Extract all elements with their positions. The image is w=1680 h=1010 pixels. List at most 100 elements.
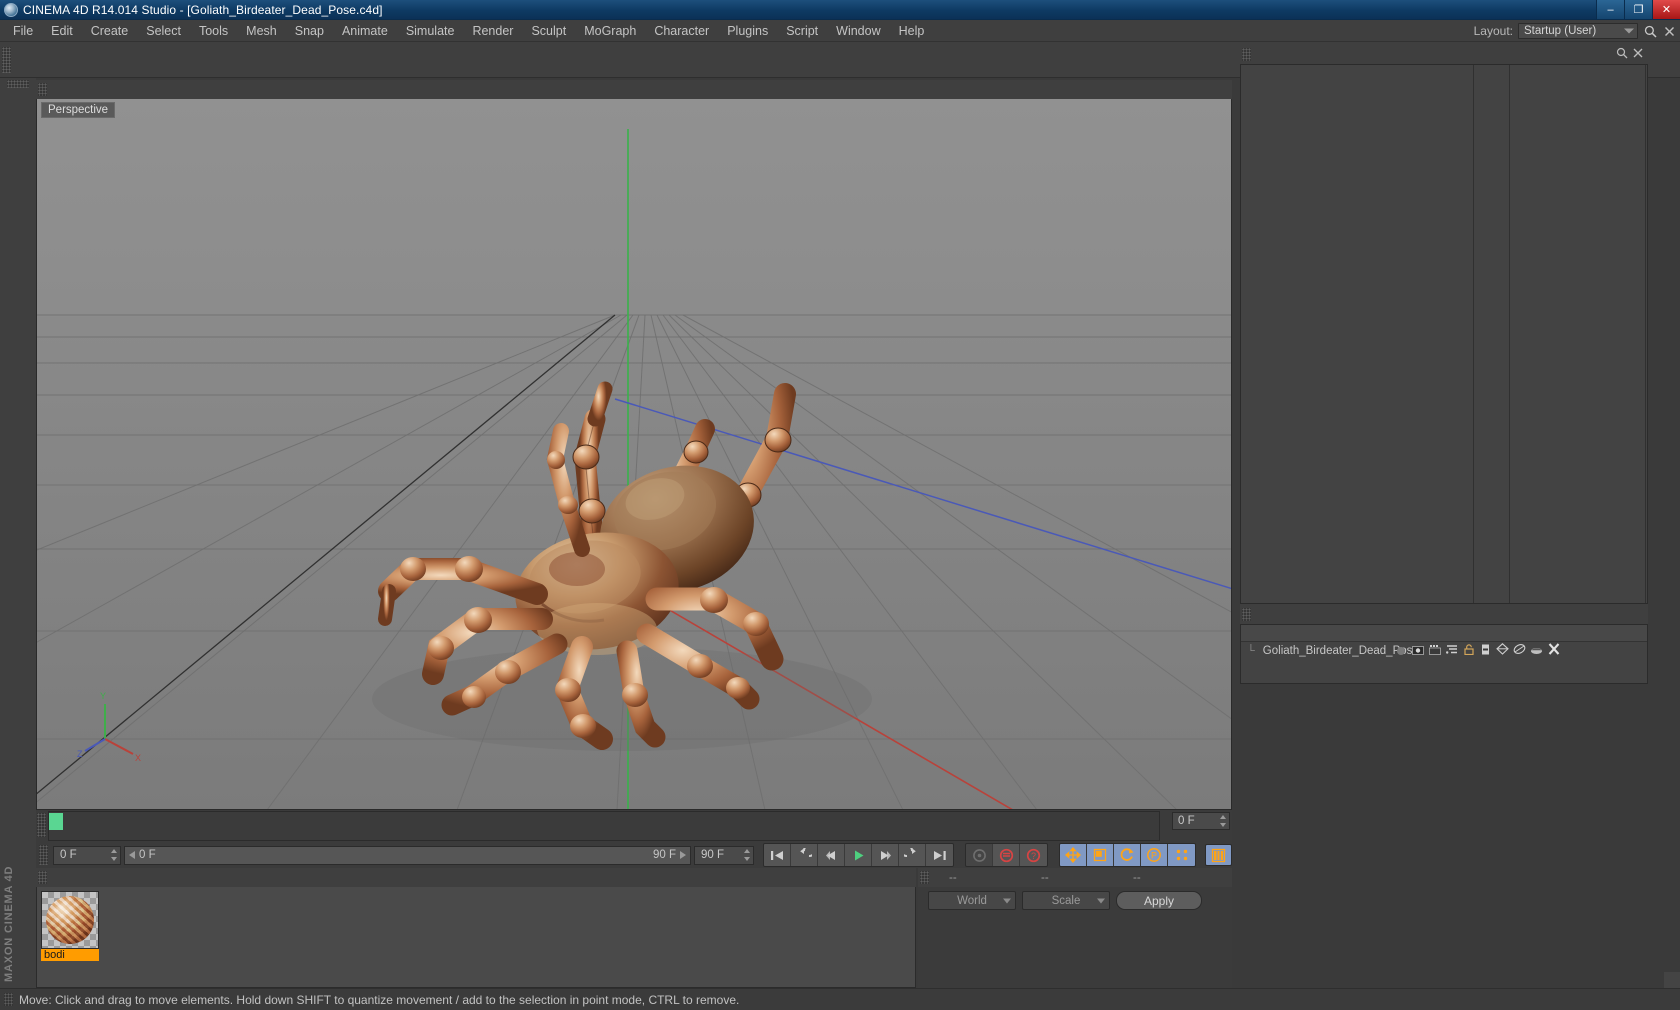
menu-item-script[interactable]: Script bbox=[777, 22, 827, 40]
layer-expression-icon[interactable] bbox=[1528, 644, 1545, 658]
title-bar: CINEMA 4D R14.014 Studio - [Goliath_Bird… bbox=[0, 0, 1680, 20]
viewport-3d[interactable]: Perspective Y X Z bbox=[36, 99, 1232, 810]
previous-frame-button[interactable] bbox=[818, 844, 845, 866]
object-manager-grip[interactable] bbox=[1242, 47, 1251, 61]
close-window-button[interactable]: ✕ bbox=[1652, 0, 1680, 19]
layer-manager-icon[interactable] bbox=[1443, 644, 1460, 658]
layer-row[interactable]: └ Goliath_Birdeater_Dead_Pose bbox=[1241, 642, 1647, 659]
layer-render-icon[interactable] bbox=[1426, 644, 1443, 658]
menu-item-window[interactable]: Window bbox=[827, 22, 889, 40]
material-preview-sphere bbox=[46, 896, 94, 944]
point-level-button[interactable] bbox=[1168, 844, 1195, 866]
menu-item-mesh[interactable]: Mesh bbox=[237, 22, 286, 40]
viewport-grip[interactable] bbox=[38, 83, 47, 96]
layer-generator-icon[interactable] bbox=[1494, 643, 1511, 658]
menu-item-render[interactable]: Render bbox=[463, 22, 522, 40]
preview-end-field[interactable]: 90 F bbox=[694, 845, 754, 865]
menu-item-help[interactable]: Help bbox=[890, 22, 934, 40]
material-item[interactable]: bodi bbox=[41, 891, 99, 961]
timeline-playhead[interactable] bbox=[49, 813, 63, 830]
search-icon[interactable] bbox=[1643, 24, 1657, 38]
menu-item-character[interactable]: Character bbox=[645, 22, 718, 40]
timeline-frame-field[interactable]: 0 F bbox=[1172, 812, 1230, 830]
coordinate-system-select[interactable]: World bbox=[928, 891, 1016, 910]
material-manager-grip[interactable] bbox=[38, 871, 47, 884]
layers-list[interactable]: └ Goliath_Birdeater_Dead_Pose bbox=[1240, 624, 1648, 684]
menu-item-mograph[interactable]: MoGraph bbox=[575, 22, 645, 40]
object-tree[interactable] bbox=[1240, 64, 1648, 604]
close-icon[interactable] bbox=[1633, 47, 1643, 62]
main-menu-bar: File Edit Create Select Tools Mesh Snap Animate… bbox=[0, 20, 1680, 42]
chevron-down-icon bbox=[1097, 898, 1105, 903]
layer-deformer-icon[interactable] bbox=[1511, 643, 1528, 658]
material-thumbnail[interactable] bbox=[41, 891, 99, 949]
timeline-ruler[interactable] bbox=[48, 811, 1160, 841]
timeline-grip[interactable] bbox=[37, 813, 46, 837]
layer-xref-icon[interactable] bbox=[1545, 643, 1562, 658]
play-forward-loop-button[interactable] bbox=[899, 844, 926, 866]
toolbar-grip[interactable] bbox=[2, 46, 11, 73]
preview-end-spinner[interactable] bbox=[744, 849, 751, 861]
layers-column-headers bbox=[1241, 625, 1647, 642]
menu-item-sculpt[interactable]: Sculpt bbox=[522, 22, 575, 40]
svg-text:?: ? bbox=[1031, 851, 1036, 861]
material-list[interactable]: bodi bbox=[36, 887, 916, 988]
menu-item-animate[interactable]: Animate bbox=[333, 22, 397, 40]
go-to-end-button[interactable] bbox=[926, 844, 953, 866]
status-bar: Move: Click and drag to move elements. H… bbox=[0, 988, 1680, 1010]
keyframe-selection-button[interactable]: ? bbox=[1020, 844, 1047, 866]
menu-item-edit[interactable]: Edit bbox=[42, 22, 82, 40]
viewport-scene: Y X Z bbox=[37, 99, 1231, 809]
scale-key-button[interactable] bbox=[1087, 844, 1114, 866]
next-frame-button[interactable] bbox=[872, 844, 899, 866]
layer-solo-dot[interactable] bbox=[1397, 646, 1405, 655]
play-forwards-button[interactable] bbox=[845, 844, 872, 866]
range-right-arrow-icon[interactable] bbox=[680, 851, 686, 859]
maxon-branding: MAXON CINEMA 4D bbox=[2, 864, 32, 984]
minimize-button[interactable]: – bbox=[1596, 0, 1624, 19]
rotate-key-button[interactable] bbox=[1114, 844, 1141, 866]
menu-item-plugins[interactable]: Plugins bbox=[718, 22, 777, 40]
layer-lock-icon[interactable] bbox=[1460, 643, 1477, 658]
autokeying-button[interactable] bbox=[993, 844, 1020, 866]
corner-resize-grip[interactable] bbox=[1664, 972, 1680, 988]
coordinate-mode-select[interactable]: Scale bbox=[1022, 891, 1110, 910]
timeline-frame-spinner[interactable] bbox=[1220, 815, 1227, 827]
menu-item-tools[interactable]: Tools bbox=[190, 22, 237, 40]
layers-menu-bar bbox=[1240, 604, 1648, 624]
svg-text:Z: Z bbox=[77, 749, 83, 759]
left-palette-grip[interactable] bbox=[7, 80, 29, 88]
layer-animation-icon[interactable] bbox=[1477, 644, 1494, 658]
go-to-start-button[interactable] bbox=[764, 844, 791, 866]
menu-item-simulate[interactable]: Simulate bbox=[397, 22, 464, 40]
position-header: -- bbox=[949, 871, 957, 884]
animation-mode-button[interactable] bbox=[1205, 844, 1232, 866]
record-active-objects-button[interactable] bbox=[966, 844, 993, 866]
viewport-label: Perspective bbox=[41, 102, 116, 118]
menu-item-create[interactable]: Create bbox=[82, 22, 138, 40]
tree-connector-icon: └ bbox=[1247, 644, 1255, 657]
play-backwards-button[interactable] bbox=[791, 844, 818, 866]
status-bar-grip[interactable] bbox=[4, 993, 13, 1006]
chevron-down-icon bbox=[1624, 28, 1634, 34]
size-header: -- bbox=[1041, 871, 1049, 884]
window-title: CINEMA 4D R14.014 Studio - [Goliath_Bird… bbox=[23, 2, 383, 17]
close-layout-icon[interactable] bbox=[1662, 24, 1676, 38]
menu-item-select[interactable]: Select bbox=[137, 22, 190, 40]
layer-visible-icon[interactable] bbox=[1409, 644, 1426, 658]
coordinate-manager-grip[interactable] bbox=[920, 871, 929, 884]
apply-button[interactable]: Apply bbox=[1116, 891, 1202, 910]
layers-manager-grip[interactable] bbox=[1242, 607, 1251, 621]
pla-key-button[interactable]: P bbox=[1141, 844, 1168, 866]
layout-select[interactable]: Startup (User) bbox=[1518, 23, 1638, 39]
current-frame-spinner[interactable] bbox=[111, 849, 118, 861]
menu-item-snap[interactable]: Snap bbox=[286, 22, 333, 40]
transport-grip[interactable] bbox=[39, 845, 48, 865]
maximize-button[interactable]: ❐ bbox=[1624, 0, 1652, 19]
range-left-arrow-icon[interactable] bbox=[129, 851, 135, 859]
search-icon[interactable] bbox=[1616, 47, 1628, 62]
time-range-slider[interactable]: 0 F 90 F bbox=[124, 845, 691, 865]
current-frame-field[interactable]: 0 F bbox=[53, 845, 121, 865]
position-key-button[interactable] bbox=[1060, 844, 1087, 866]
menu-item-file[interactable]: File bbox=[4, 22, 42, 40]
